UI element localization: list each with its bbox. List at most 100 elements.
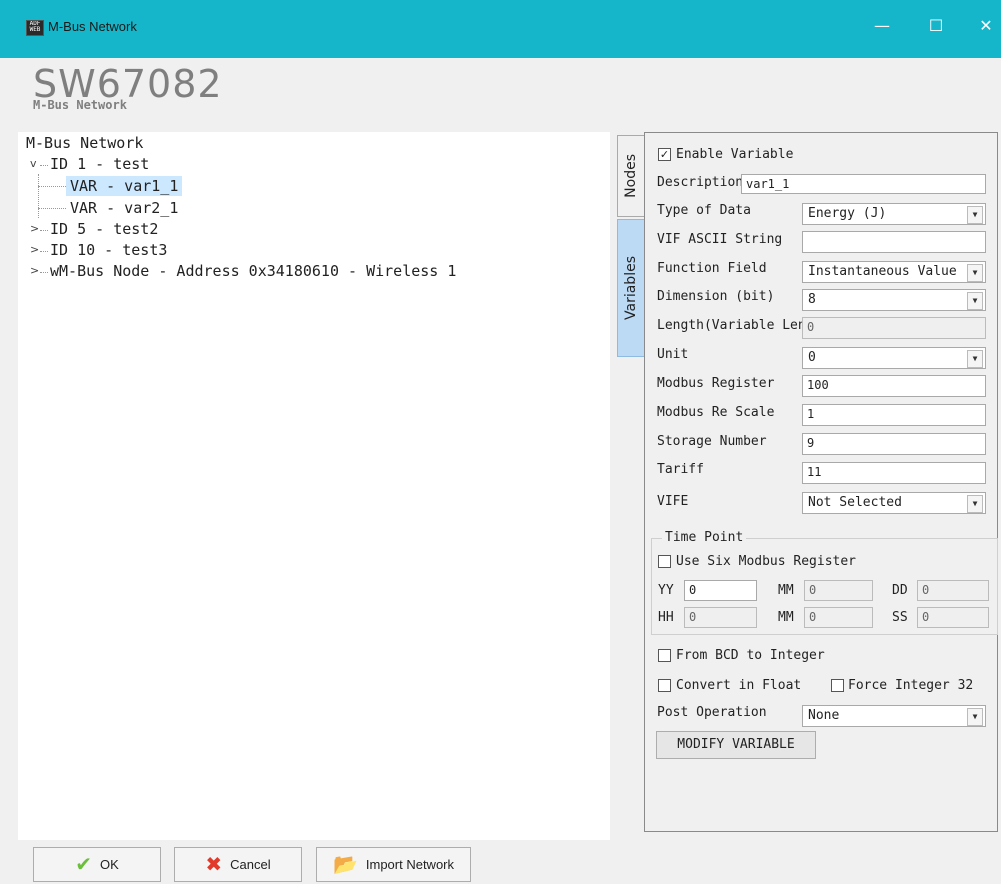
- tree-connector: [40, 230, 48, 231]
- post-operation-label: Post Operation: [657, 705, 767, 720]
- bcd-to-integer-label: From BCD to Integer: [676, 648, 825, 663]
- yy-input[interactable]: 0: [684, 580, 757, 601]
- collapse-chevron-icon[interactable]: >: [30, 240, 40, 260]
- tree-node-id1[interactable]: ID 1 - test: [50, 154, 149, 174]
- function-field-label: Function Field: [657, 261, 767, 276]
- app-header: SW67082 M-Bus Network: [0, 58, 1001, 118]
- description-input[interactable]: var1_1: [741, 174, 986, 194]
- dimension-label: Dimension (bit): [657, 289, 775, 304]
- tree-var-var2-1[interactable]: VAR - var2_1: [70, 198, 178, 218]
- force-int32-checkbox[interactable]: [831, 679, 844, 692]
- tree-node-wmbus[interactable]: wM-Bus Node - Address 0x34180610 - Wirel…: [50, 261, 456, 281]
- ss-input[interactable]: 0: [917, 607, 989, 628]
- folder-icon: 📂: [332, 853, 358, 876]
- length-label: Length(Variable Len): [657, 318, 814, 333]
- tab-variables-label: Variables: [623, 256, 639, 320]
- tree-node-id5[interactable]: ID 5 - test2: [50, 219, 158, 239]
- use-six-register-label: Use Six Modbus Register: [676, 554, 857, 569]
- close-button[interactable]: ✕: [976, 14, 996, 38]
- window-title: M-Bus Network: [48, 19, 137, 34]
- modify-variable-button[interactable]: MODIFY VARIABLE: [656, 731, 816, 759]
- type-of-data-select[interactable]: Energy (J) ▼: [802, 203, 986, 225]
- checkmark-icon: ✔: [75, 853, 92, 876]
- description-label: Description: [657, 175, 744, 190]
- dropdown-arrow-icon: ▼: [967, 495, 983, 513]
- mm-month-input[interactable]: 0: [804, 580, 873, 601]
- unit-select[interactable]: 0 ▼: [802, 347, 986, 369]
- yy-label: YY: [658, 583, 674, 598]
- tree-node-id10[interactable]: ID 10 - test3: [50, 240, 167, 260]
- vife-label: VIFE: [657, 494, 689, 509]
- ok-label: OK: [99, 857, 119, 872]
- time-point-group: Time Point Use Six Modbus Register YY 0 …: [651, 530, 998, 635]
- dropdown-arrow-icon: ▼: [967, 292, 983, 310]
- title-bar[interactable]: ADF WEB M-Bus Network — ☐ ✕: [0, 0, 1001, 58]
- modbus-register-label: Modbus Register: [657, 376, 775, 391]
- tree-connector: [38, 186, 66, 187]
- cancel-label: Cancel: [230, 857, 271, 872]
- cancel-x-icon: ✖: [205, 853, 223, 876]
- dd-input[interactable]: 0: [917, 580, 989, 601]
- tariff-label: Tariff: [657, 462, 704, 477]
- vif-ascii-input[interactable]: [802, 231, 986, 253]
- app-logo-icon: ADF WEB: [26, 20, 44, 36]
- mm-minute-label: MM: [778, 610, 794, 625]
- post-operation-value: None: [808, 708, 840, 723]
- dropdown-arrow-icon: ▼: [967, 350, 983, 368]
- dimension-value: 8: [808, 292, 816, 307]
- dropdown-arrow-icon: ▼: [967, 264, 983, 282]
- collapse-chevron-icon[interactable]: >: [30, 219, 40, 239]
- vif-ascii-label: VIF ASCII String: [657, 232, 783, 247]
- unit-label: Unit: [657, 347, 689, 362]
- tree-root[interactable]: M-Bus Network: [26, 133, 143, 153]
- import-network-label: Import Network: [365, 857, 455, 872]
- force-int32-label: Force Integer 32: [848, 678, 974, 693]
- storage-number-input[interactable]: 9: [802, 433, 986, 455]
- import-network-button[interactable]: 📂 Import Network: [316, 847, 471, 882]
- mm-label: MM: [778, 583, 794, 598]
- vife-select[interactable]: Not Selected ▼: [802, 492, 986, 514]
- mm-minute-input[interactable]: 0: [804, 607, 873, 628]
- use-six-register-checkbox[interactable]: [658, 555, 671, 568]
- tree-connector: [38, 174, 39, 218]
- storage-number-label: Storage Number: [657, 434, 767, 449]
- dd-label: DD: [892, 583, 908, 598]
- tab-nodes-label: Nodes: [623, 154, 639, 198]
- hh-label: HH: [658, 610, 674, 625]
- cancel-button[interactable]: ✖ Cancel: [174, 847, 302, 882]
- modbus-register-input[interactable]: 100: [802, 375, 986, 397]
- ss-label: SS: [892, 610, 908, 625]
- length-input[interactable]: 0: [802, 317, 986, 339]
- enable-variable-checkbox[interactable]: ✓: [658, 148, 671, 161]
- ok-button[interactable]: ✔ OK: [33, 847, 161, 882]
- tree-var-var1-1[interactable]: VAR - var1_1: [66, 176, 183, 196]
- tariff-input[interactable]: 11: [802, 462, 986, 484]
- maximize-button[interactable]: ☐: [926, 14, 946, 38]
- convert-float-checkbox[interactable]: [658, 679, 671, 692]
- type-of-data-label: Type of Data: [657, 203, 751, 218]
- tab-nodes[interactable]: Nodes: [617, 135, 644, 217]
- expand-chevron-icon[interactable]: v: [30, 154, 40, 174]
- tree-connector: [38, 208, 66, 209]
- vife-value: Not Selected: [808, 495, 902, 510]
- convert-float-label: Convert in Float: [676, 678, 802, 693]
- type-of-data-value: Energy (J): [808, 206, 887, 221]
- modbus-rescale-label: Modbus Re Scale: [657, 405, 775, 420]
- function-field-value: Instantaneous Value: [808, 264, 957, 279]
- minimize-button[interactable]: —: [872, 14, 892, 38]
- dimension-select[interactable]: 8 ▼: [802, 289, 986, 311]
- post-operation-select[interactable]: None ▼: [802, 705, 986, 727]
- hh-input[interactable]: 0: [684, 607, 757, 628]
- dropdown-arrow-icon: ▼: [967, 206, 983, 224]
- unit-value: 0: [808, 350, 816, 365]
- page-subtitle: M-Bus Network: [33, 98, 127, 112]
- modbus-rescale-input[interactable]: 1: [802, 404, 986, 426]
- function-field-select[interactable]: Instantaneous Value ▼: [802, 261, 986, 283]
- tree-connector: [40, 272, 48, 273]
- tab-variables[interactable]: Variables: [617, 219, 644, 357]
- collapse-chevron-icon[interactable]: >: [30, 261, 40, 281]
- network-tree[interactable]: M-Bus Network v ID 1 - test VAR - var1_1…: [18, 132, 610, 840]
- variable-form-panel: ✓ Enable Variable Description var1_1 Typ…: [644, 132, 998, 832]
- enable-variable-label: Enable Variable: [676, 147, 794, 162]
- bcd-to-integer-checkbox[interactable]: [658, 649, 671, 662]
